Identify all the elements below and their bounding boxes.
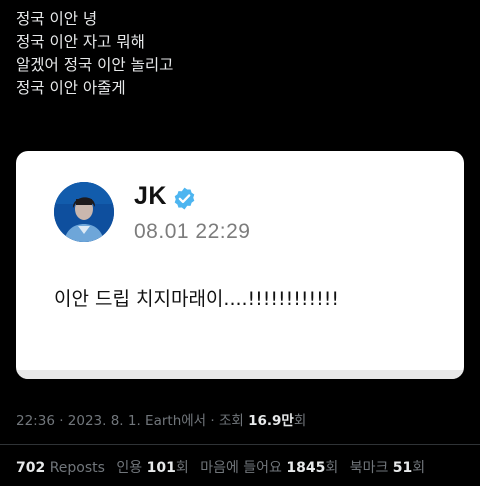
quotes-stat[interactable]: 인용 101회 (116, 460, 188, 476)
reposts-label: Reposts (49, 460, 105, 476)
likes-stat[interactable]: 마음에 들어요 1845회 (200, 460, 338, 476)
tweet-line-2: 정국 이안 자고 뭐해 (16, 33, 145, 51)
post-time: 08.01 22:29 (134, 220, 251, 243)
tweet-text: 정국 이안 녕 정국 이안 자고 뭐해 알겠어 정국 이안 놀리고 정국 이안 … (16, 8, 466, 100)
quotes-count: 101 (146, 460, 176, 476)
views-unit: 회 (293, 413, 307, 429)
reposts-count: 702 (16, 460, 46, 476)
likes-unit: 회 (325, 460, 339, 476)
quotes-label: 인용 (116, 460, 143, 476)
engagement-stats: 702 Reposts 인용 101회 마음에 들어요 1845회 북마크 51… (16, 457, 432, 477)
avatar-portrait (54, 182, 114, 242)
reposts-stat[interactable]: 702 Reposts (16, 460, 105, 476)
timestamp-text[interactable]: 22:36 · 2023. 8. 1. Earth에서 · 조회 (16, 413, 244, 429)
bookmarks-count: 51 (392, 460, 413, 476)
embedded-image-card[interactable]: JK 08.01 22:29 이안 드립 치지마래이....!!!!!!!!!!… (16, 151, 464, 379)
bookmarks-label: 북마크 (349, 460, 389, 476)
author-name: JK (134, 182, 167, 210)
tweet-line-4: 정국 이안 아줄게 (16, 79, 126, 97)
tweet-metadata: 22:36 · 2023. 8. 1. Earth에서 · 조회 16.9만회 (16, 409, 306, 429)
verified-badge-icon (174, 187, 195, 210)
tweet-line-3: 알겠어 정국 이안 놀리고 (16, 56, 174, 74)
bookmarks-stat[interactable]: 북마크 51회 (350, 460, 425, 476)
post-message: 이안 드립 치지마래이....!!!!!!!!!!!! (54, 288, 339, 310)
likes-label: 마음에 들어요 (200, 460, 282, 476)
divider (0, 444, 480, 445)
card-bottom-strip (16, 370, 464, 379)
tweet-line-1: 정국 이안 녕 (16, 10, 98, 28)
views-count: 16.9만 (248, 413, 294, 429)
bookmarks-unit: 회 (412, 460, 426, 476)
quotes-unit: 회 (175, 460, 189, 476)
avatar (54, 182, 114, 242)
likes-count: 1845 (286, 460, 326, 476)
